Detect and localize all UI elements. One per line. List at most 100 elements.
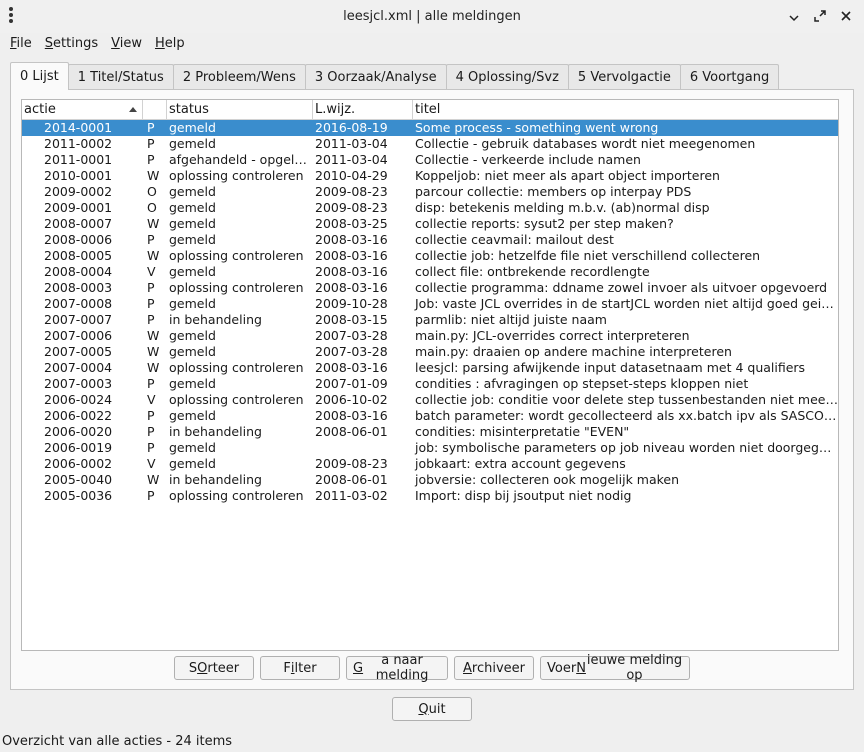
menu-bar: File Settings View Help: [0, 33, 864, 53]
cell-status: gemeld: [169, 376, 216, 391]
table-row[interactable]: 2008-0006 Pgemeld 2008-03-16 collectie ceav…: [22, 232, 838, 248]
cell-type: P: [147, 376, 155, 391]
cell-status: gemeld: [169, 408, 216, 423]
table-row[interactable]: 2007-0008 Pgemeld 2009-10-28 Job: vaste JCL…: [22, 296, 838, 312]
tab-3[interactable]: 3 Oorzaak/Analyse: [304, 64, 447, 90]
table-row[interactable]: 2008-0005 Woplossing controleren 2008-03-1…: [22, 248, 838, 264]
table-row[interactable]: 2006-0019 Pgemeld job: symbolische paramet…: [22, 440, 838, 456]
tab-bar: 0 Lijst 1 Titel/Status 2 Probleem/Wens 3 Oo…: [10, 62, 780, 90]
table-row[interactable]: 2008-0004 Vgemeld 2008-03-16 collect file: …: [22, 264, 838, 280]
table-row[interactable]: 2009-0001 Ogemeld 2009-08-23 disp: betekeni…: [22, 200, 838, 216]
tab-1[interactable]: 1 Titel/Status: [67, 64, 174, 90]
cell-status: in behandeling: [169, 312, 262, 327]
table-row[interactable]: 2007-0005 Wgemeld 2007-03-28 main.py: draai…: [22, 344, 838, 360]
close-icon[interactable]: [838, 8, 854, 24]
table-row[interactable]: 2011-0001 Pafgehandeld - opgelost 2011-03-…: [22, 152, 838, 168]
column-label: L.wijz.: [315, 102, 356, 117]
status-bar: Overzicht van alle acties - 24 items: [2, 734, 233, 749]
archiveer-button[interactable]: Archiveer: [454, 656, 534, 680]
cell-status: oplossing controleren: [169, 280, 304, 295]
cell-actie: 2007-0008: [44, 296, 113, 311]
table-row[interactable]: 2006-0020 Pin behandeling 2008-06-01 condit…: [22, 424, 838, 440]
table-row[interactable]: 2006-0002 Vgemeld 2009-08-23 jobkaart: extr…: [22, 456, 838, 472]
restore-icon[interactable]: [812, 8, 828, 24]
cell-lwijz: 2007-01-09: [315, 376, 388, 391]
cell-type: W: [147, 360, 160, 375]
actions-table[interactable]: actie status L.wijz. titel 2014-0001 Pgem…: [21, 99, 839, 651]
menu-help[interactable]: Help: [149, 36, 192, 51]
cell-titel: disp: betekenis melding m.b.v. (ab)norma…: [415, 200, 710, 215]
cell-type: P: [147, 136, 155, 151]
quit-button[interactable]: Quit: [392, 697, 472, 721]
table-row[interactable]: 2009-0002 Ogemeld 2009-08-23 parcour collec…: [22, 184, 838, 200]
table-row[interactable]: 2011-0002 Pgemeld 2011-03-04 Collectie - ge…: [22, 136, 838, 152]
cell-titel: jobversie: collecteren ook mogelijk make…: [415, 472, 680, 487]
cell-titel: parmlib: niet altijd juiste naam: [415, 312, 607, 327]
cell-lwijz: 2008-03-16: [315, 264, 388, 279]
cell-titel: batch parameter: wordt gecollecteerd als…: [415, 408, 838, 423]
cell-status: gemeld: [169, 216, 216, 231]
title-bar: leesjcl.xml | alle meldingen: [0, 0, 864, 33]
sorteer-button[interactable]: S Orteer: [174, 656, 254, 680]
cell-titel: collectie reports: sysut2 per step maken…: [415, 216, 674, 231]
cell-type: W: [147, 248, 160, 263]
filter-button[interactable]: Fi lter: [260, 656, 340, 680]
table-row[interactable]: 2010-0001 Woplossing controleren 2010-04-2…: [22, 168, 838, 184]
tab-6[interactable]: 6 Voortgang: [679, 64, 780, 90]
menu-settings[interactable]: Settings: [39, 36, 105, 51]
cell-lwijz: 2011-03-04: [315, 136, 388, 151]
cell-type: P: [147, 296, 155, 311]
table-row[interactable]: 2006-0024 Voplossing controleren 2006-10-0…: [22, 392, 838, 408]
cell-status: oplossing controleren: [169, 360, 304, 375]
cell-actie: 2009-0001: [44, 200, 113, 215]
tab-2[interactable]: 2 Probleem/Wens: [172, 64, 306, 90]
ga-naar-melding-button[interactable]: Ga naar melding: [346, 653, 448, 683]
table-row[interactable]: 2007-0003 Pgemeld 2007-01-09 condities : af…: [22, 376, 838, 392]
table-row[interactable]: 2007-0006 Wgemeld 2007-03-28 main.py: JCL-o…: [22, 328, 838, 344]
table-row[interactable]: 2008-0007 Wgemeld 2008-03-25 collectie repo…: [22, 216, 838, 232]
cell-lwijz: 2008-03-16: [315, 408, 388, 423]
cell-actie: 2007-0006: [44, 328, 113, 343]
cell-titel: collectie job: conditie voor delete step…: [415, 392, 838, 407]
cell-status: oplossing controleren: [169, 392, 304, 407]
table-row[interactable]: 2005-0036 Poplossing controleren 2011-03-0…: [22, 488, 838, 504]
minimize-icon[interactable]: [786, 8, 802, 24]
cell-lwijz: 2007-03-28: [315, 328, 388, 343]
cell-type: P: [147, 280, 155, 295]
menu-file[interactable]: File: [4, 36, 39, 51]
column-header-status[interactable]: status: [167, 100, 313, 119]
cell-type: W: [147, 472, 160, 487]
menu-view[interactable]: View: [105, 36, 149, 51]
cell-titel: main.py: draaien op andere machine inter…: [415, 344, 732, 359]
cell-actie: 2008-0005: [44, 248, 113, 263]
cell-status: gemeld: [169, 120, 216, 135]
cell-actie: 2010-0001: [44, 168, 113, 183]
column-header-titel[interactable]: titel: [413, 100, 838, 119]
cell-type: V: [147, 264, 156, 279]
cell-lwijz: 2008-06-01: [315, 472, 388, 487]
cell-type: P: [147, 120, 155, 135]
window-menu-icon[interactable]: [8, 6, 14, 26]
tab-0[interactable]: 0 Lijst: [10, 62, 69, 90]
table-row[interactable]: 2007-0007 Pin behandeling 2008-03-15 parmli…: [22, 312, 838, 328]
table-row[interactable]: 2005-0040 Win behandeling 2008-06-01 jobver…: [22, 472, 838, 488]
column-header-type[interactable]: [143, 100, 167, 119]
cell-lwijz: 2008-03-16: [315, 280, 388, 295]
column-header-lwijz[interactable]: L.wijz.: [313, 100, 413, 119]
column-header-actie[interactable]: actie: [22, 100, 143, 119]
cell-lwijz: 2009-08-23: [315, 456, 388, 471]
table-row[interactable]: 2007-0004 Woplossing controleren 2008-03-1…: [22, 360, 838, 376]
tab-4[interactable]: 4 Oplossing/Svz: [445, 64, 569, 90]
cell-lwijz: 2006-10-02: [315, 392, 388, 407]
cell-actie: 2008-0003: [44, 280, 113, 295]
table-row[interactable]: 2014-0001 Pgemeld 2016-08-19 Some process -…: [22, 120, 838, 136]
cell-titel: collectie programma: ddname zowel invoer…: [415, 280, 828, 295]
voer-nieuwe-melding-op-button[interactable]: Voer Nieuwe melding op: [540, 653, 690, 683]
tab-5[interactable]: 5 Vervolgactie: [567, 64, 681, 90]
table-row[interactable]: 2006-0022 Pgemeld 2008-03-16 batch paramete…: [22, 408, 838, 424]
table-row[interactable]: 2008-0003 Poplossing controleren 2008-03-1…: [22, 280, 838, 296]
cell-actie: 2011-0001: [44, 152, 113, 167]
cell-lwijz: 2008-03-16: [315, 232, 388, 247]
cell-actie: 2006-0002: [44, 456, 113, 471]
cell-titel: Collectie - gebruik databases wordt niet…: [415, 136, 756, 151]
